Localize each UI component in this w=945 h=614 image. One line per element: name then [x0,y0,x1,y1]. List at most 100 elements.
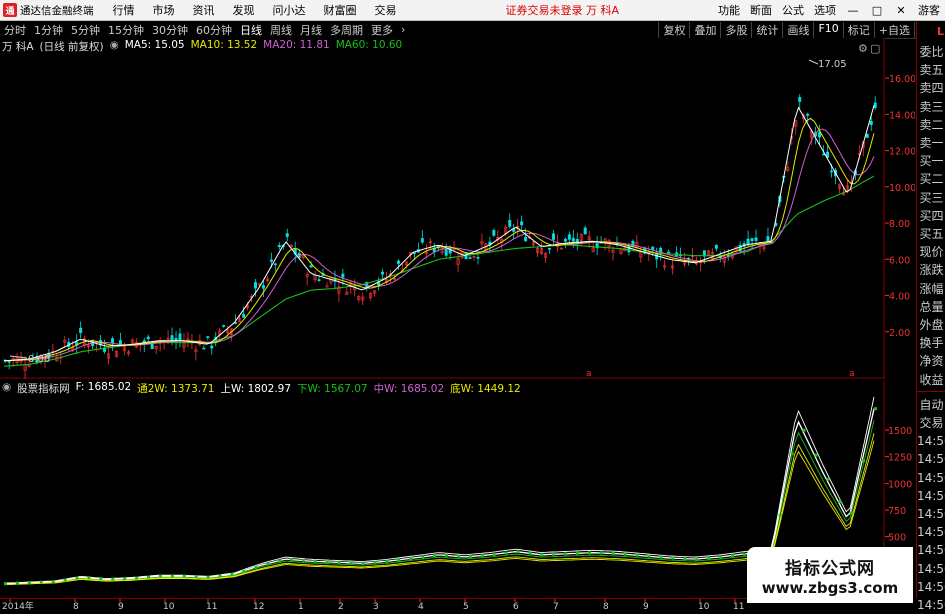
period-weekly[interactable]: 周线 [270,22,292,38]
candle-body [547,248,551,250]
menu-item-ask[interactable]: 问小达 [273,2,306,18]
signal-marker [492,552,496,556]
quote-field[interactable]: 收益 [917,371,945,389]
period-daily[interactable]: 日线 [240,22,262,38]
settings-dot-icon[interactable]: ◉ [110,39,119,54]
period-15min[interactable]: 15分钟 [108,22,144,38]
tool-overlay[interactable]: 叠加 [689,21,720,38]
trade-field[interactable]: 14:50 [917,505,945,523]
signal-marker [790,452,794,456]
signal-marker [194,575,198,579]
candle-body [253,282,257,289]
quote-field[interactable]: 买一 [917,152,945,170]
trade-field[interactable]: 14:50 [917,578,945,596]
period-1min[interactable]: 1分钟 [34,22,63,38]
close-icon[interactable]: ✕ [894,4,908,17]
signal-marker [671,556,675,560]
menu-function[interactable]: 功能 [718,2,740,18]
quote-field[interactable]: 卖二 [917,116,945,134]
close-panel-icon[interactable]: ▢ [870,42,880,55]
menu-section[interactable]: 断面 [750,2,772,18]
minimize-icon[interactable]: — [846,4,860,17]
signal-marker [421,555,425,559]
period-multi[interactable]: 多周期 [330,22,363,38]
trade-field[interactable]: 14:50 [917,432,945,450]
signal-marker [230,572,234,576]
quote-field[interactable]: 净资 [917,352,945,370]
signal-marker [301,558,305,562]
quote-field[interactable]: 卖四 [917,79,945,97]
price-tick-label: 2.00 [889,328,910,339]
quote-field[interactable]: 买四 [917,207,945,225]
trade-field[interactable]: 14:50 [917,560,945,578]
trade-field[interactable]: 14:50 [917,596,945,614]
quote-field[interactable]: 涨幅 [917,280,945,298]
quote-field[interactable]: 买三 [917,189,945,207]
menu-item-trade[interactable]: 交易 [375,2,397,18]
menu-item-news[interactable]: 资讯 [193,2,215,18]
period-60min[interactable]: 60分钟 [196,22,232,38]
trade-field[interactable]: 自动 [917,396,945,414]
tool-stats[interactable]: 统计 [751,21,782,38]
app-logo-icon: 通 [3,3,17,17]
signal-marker [75,576,79,580]
menu-item-wealth[interactable]: 财富圈 [324,2,357,18]
candle-body [508,220,512,227]
tool-mark[interactable]: 标记 [842,21,874,38]
quote-field[interactable]: 总量 [917,298,945,316]
menu-item-discover[interactable]: 发现 [233,2,255,18]
tool-add-watchlist[interactable]: +自选 [873,21,914,38]
signal-marker [182,574,186,578]
quote-field[interactable]: 外盘 [917,316,945,334]
candle-body [524,236,528,242]
period-intraday[interactable]: 分时 [4,22,26,38]
tool-restore[interactable]: 复权 [658,21,689,38]
period-5min[interactable]: 5分钟 [71,22,100,38]
period-monthly[interactable]: 月线 [300,22,322,38]
candle-body [869,120,873,126]
trade-field[interactable]: 14:50 [917,523,945,541]
menu-item-market[interactable]: 市场 [153,2,175,18]
signal-marker [659,555,663,559]
signal-marker [373,560,377,564]
quote-field[interactable]: 委比 [917,43,945,61]
quote-field[interactable]: 买二 [917,170,945,188]
trade-field[interactable]: 14:50 [917,541,945,559]
tool-f10[interactable]: F10 [813,21,842,38]
quote-field[interactable]: 卖五 [917,61,945,79]
period-30min[interactable]: 30分钟 [152,22,188,38]
trade-field[interactable]: 14:50 [917,469,945,487]
candle-body [269,259,273,262]
login-notice[interactable]: 证券交易未登录 万 科A [506,2,620,18]
signal-marker [313,559,317,563]
candle-body [341,273,345,278]
quote-field[interactable]: 卖一 [917,134,945,152]
trade-field[interactable]: 14:50 [917,450,945,468]
tool-draw[interactable]: 画线 [782,21,813,38]
quote-field[interactable]: 涨跌 [917,261,945,279]
panel-L-label: L [936,25,944,38]
signal-marker [87,576,91,580]
candle-body [79,327,83,333]
tool-multi-stock[interactable]: 多股 [720,21,751,38]
menu-options[interactable]: 选项 [814,2,836,18]
quote-field[interactable]: 换手 [917,334,945,352]
quote-field[interactable]: 现价 [917,243,945,261]
period-more[interactable]: 更多 [371,22,393,38]
settings-dot-icon[interactable]: ◉ [2,381,11,396]
quote-field[interactable]: 买五 [917,225,945,243]
signal-marker [123,577,127,581]
candle-body [571,237,575,242]
signal-marker [290,557,294,561]
menu-formula[interactable]: 公式 [782,2,804,18]
main-kline-chart[interactable]: 17.05 0.08 a a ⚙ ▢ [0,38,885,379]
maximize-icon[interactable]: □ [870,4,884,17]
trade-field[interactable]: 交易 [917,414,945,432]
quote-field[interactable]: 卖三 [917,98,945,116]
menu-item-quotes[interactable]: 行情 [113,2,135,18]
settings-icon[interactable]: ⚙ [858,42,868,55]
guest-label[interactable]: 游客 [918,2,940,18]
indicator-tick-label: 1500 [888,426,912,437]
chevron-right-icon[interactable]: › [401,23,405,36]
trade-field[interactable]: 14:50 [917,487,945,505]
